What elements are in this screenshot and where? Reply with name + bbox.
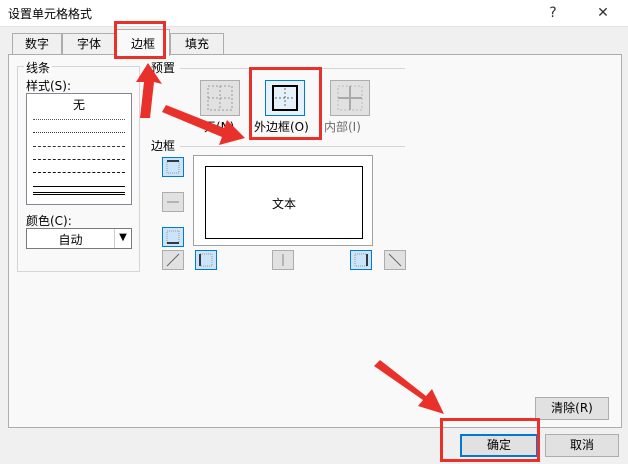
line-style-list[interactable]: 无 <box>26 93 132 205</box>
border-middle-horizontal-icon <box>167 201 179 203</box>
border-diagonal-down-button[interactable] <box>384 250 406 270</box>
border-top-button[interactable] <box>162 157 184 177</box>
style-label: 样式(S): <box>26 79 72 93</box>
chevron-down-icon[interactable]: ▼ <box>114 229 131 248</box>
clear-button[interactable]: 清除(R) <box>535 397 609 420</box>
border-group-title: 边框 <box>151 139 176 153</box>
annotation-box-outline <box>249 67 322 140</box>
preview-cell: 文本 <box>205 166 363 239</box>
line-style-dash-dot-dot[interactable] <box>33 159 125 160</box>
preset-none-button[interactable] <box>200 80 240 116</box>
border-right-icon <box>354 253 368 267</box>
color-label: 颜色(C): <box>26 214 72 228</box>
preset-inside-icon <box>337 85 363 111</box>
preview-text: 文本 <box>271 197 296 211</box>
preset-inside-button[interactable] <box>330 80 370 116</box>
presets-title: 预置 <box>151 61 176 75</box>
line-style-dashed[interactable] <box>33 172 125 173</box>
border-bottom-button[interactable] <box>162 227 184 247</box>
line-style-thin[interactable] <box>33 186 125 187</box>
border-divider <box>180 146 405 147</box>
line-style-none[interactable]: 无 <box>27 96 131 113</box>
border-diagonal-down-icon <box>388 253 402 267</box>
annotation-box-border-tab <box>114 21 166 59</box>
color-dropdown-value: 自动 <box>58 233 83 247</box>
cancel-button[interactable]: 取消 <box>545 434 619 457</box>
color-dropdown[interactable]: 自动 ▼ <box>26 228 132 249</box>
line-style-dotted-2[interactable] <box>33 132 125 133</box>
border-diagonal-up-button[interactable] <box>162 250 184 270</box>
border-top-icon <box>166 160 180 174</box>
preset-none-icon <box>207 85 233 111</box>
border-middle-vertical-icon <box>282 254 284 266</box>
border-left-button[interactable] <box>195 250 217 270</box>
line-style-double[interactable] <box>33 192 125 195</box>
border-preview[interactable]: 文本 <box>193 155 373 246</box>
preset-none-label: 无(N) <box>204 120 235 134</box>
border-middle-horizontal-button[interactable] <box>162 192 184 212</box>
line-style-dotted[interactable] <box>33 119 125 120</box>
border-diagonal-up-icon <box>166 253 180 267</box>
line-group-title: 线条 <box>24 59 53 76</box>
border-bottom-icon <box>166 230 180 244</box>
border-left-icon <box>199 253 213 267</box>
line-style-dash-dot[interactable] <box>33 146 125 147</box>
border-right-button[interactable] <box>350 250 372 270</box>
annotation-box-ok <box>440 418 540 462</box>
border-middle-vertical-button[interactable] <box>272 250 294 270</box>
preset-inside-label: 内部(I) <box>324 120 361 134</box>
